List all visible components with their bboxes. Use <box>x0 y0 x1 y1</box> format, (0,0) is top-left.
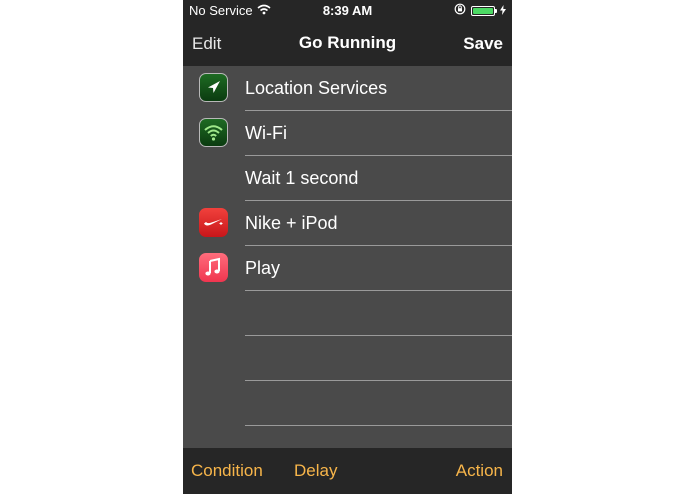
action-list: Location Services Wi-Fi Wait 1 second Ni… <box>183 66 512 448</box>
location-arrow-icon <box>199 73 228 102</box>
delay-button[interactable]: Delay <box>294 461 337 481</box>
battery-level <box>473 7 493 14</box>
list-item-label: Wait 1 second <box>245 168 359 188</box>
list-item-label: Nike + iPod <box>245 213 338 233</box>
empty-row <box>183 291 512 336</box>
status-bar: No Service 8:39 AM <box>183 0 512 22</box>
battery-icon <box>471 5 497 16</box>
bottom-toolbar: Condition Delay Action <box>183 448 512 494</box>
empty-row <box>183 381 512 426</box>
list-item-wifi[interactable]: Wi-Fi <box>183 111 512 156</box>
nike-icon <box>199 208 228 237</box>
status-right <box>454 3 506 18</box>
list-item-label: Location Services <box>245 78 388 98</box>
save-button[interactable]: Save <box>463 34 503 54</box>
charging-bolt-icon <box>500 3 506 18</box>
row-divider <box>245 425 512 426</box>
list-item-play[interactable]: Play <box>183 246 512 291</box>
list-item-wait[interactable]: Wait 1 second <box>183 156 512 201</box>
phone-screen: No Service 8:39 AM Edit Go Running Save … <box>183 0 512 494</box>
condition-button[interactable]: Condition <box>191 461 263 481</box>
list-item-label: Wi-Fi <box>245 123 287 143</box>
list-item-nike-ipod[interactable]: Nike + iPod <box>183 201 512 246</box>
music-note-icon <box>199 253 228 282</box>
action-button[interactable]: Action <box>456 461 503 481</box>
wifi-icon <box>199 118 228 147</box>
navigation-bar: Edit Go Running Save <box>183 22 512 66</box>
rotation-lock-icon <box>454 3 466 18</box>
list-item-label: Play <box>245 258 281 278</box>
empty-row <box>183 336 512 381</box>
list-item-location-services[interactable]: Location Services <box>183 66 512 111</box>
